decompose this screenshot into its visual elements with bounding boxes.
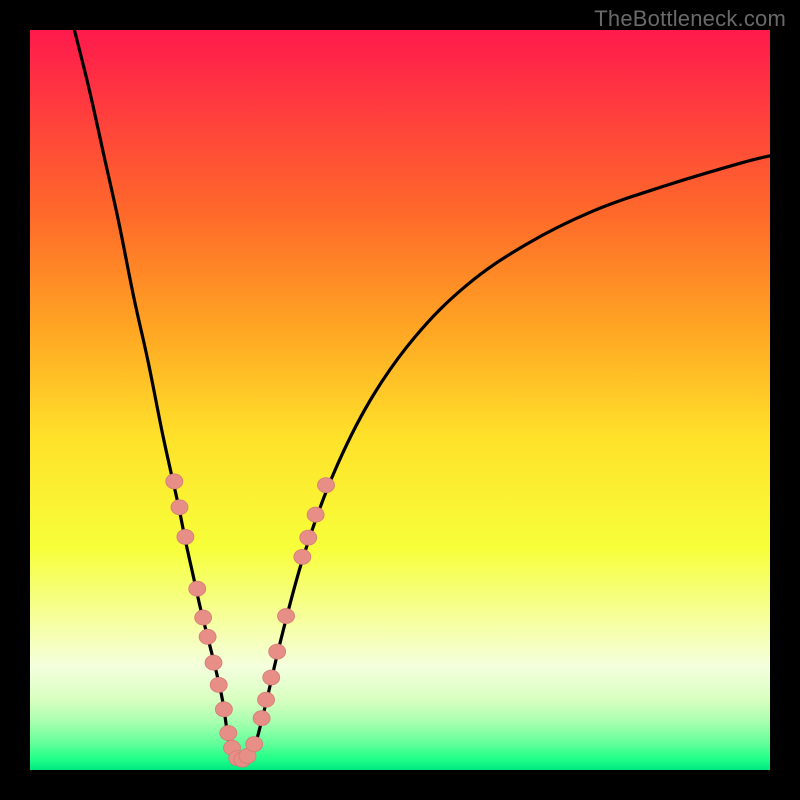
outer-frame: TheBottleneck.com bbox=[0, 0, 800, 800]
plot-area bbox=[30, 30, 770, 770]
marker-dot bbox=[246, 737, 263, 752]
marker-dot bbox=[171, 500, 188, 515]
marker-dot bbox=[199, 629, 216, 644]
marker-dot bbox=[253, 711, 270, 726]
marker-dot bbox=[258, 692, 275, 707]
marker-dot bbox=[205, 655, 222, 670]
marker-dot bbox=[195, 610, 212, 625]
marker-dot bbox=[278, 609, 295, 624]
bottleneck-curve bbox=[74, 30, 770, 762]
marker-dot bbox=[263, 670, 280, 685]
marker-dot bbox=[210, 677, 227, 692]
marker-dot bbox=[269, 644, 286, 659]
marker-dot bbox=[220, 726, 237, 741]
marker-dot bbox=[166, 474, 183, 489]
marker-dot bbox=[300, 530, 317, 545]
marker-dot bbox=[215, 702, 232, 717]
marker-group bbox=[166, 474, 335, 767]
marker-dot bbox=[189, 581, 206, 596]
curve-layer bbox=[30, 30, 770, 770]
marker-dot bbox=[318, 478, 335, 493]
marker-dot bbox=[307, 507, 324, 522]
marker-dot bbox=[294, 549, 311, 564]
marker-dot bbox=[177, 529, 194, 544]
watermark-text: TheBottleneck.com bbox=[594, 6, 786, 32]
